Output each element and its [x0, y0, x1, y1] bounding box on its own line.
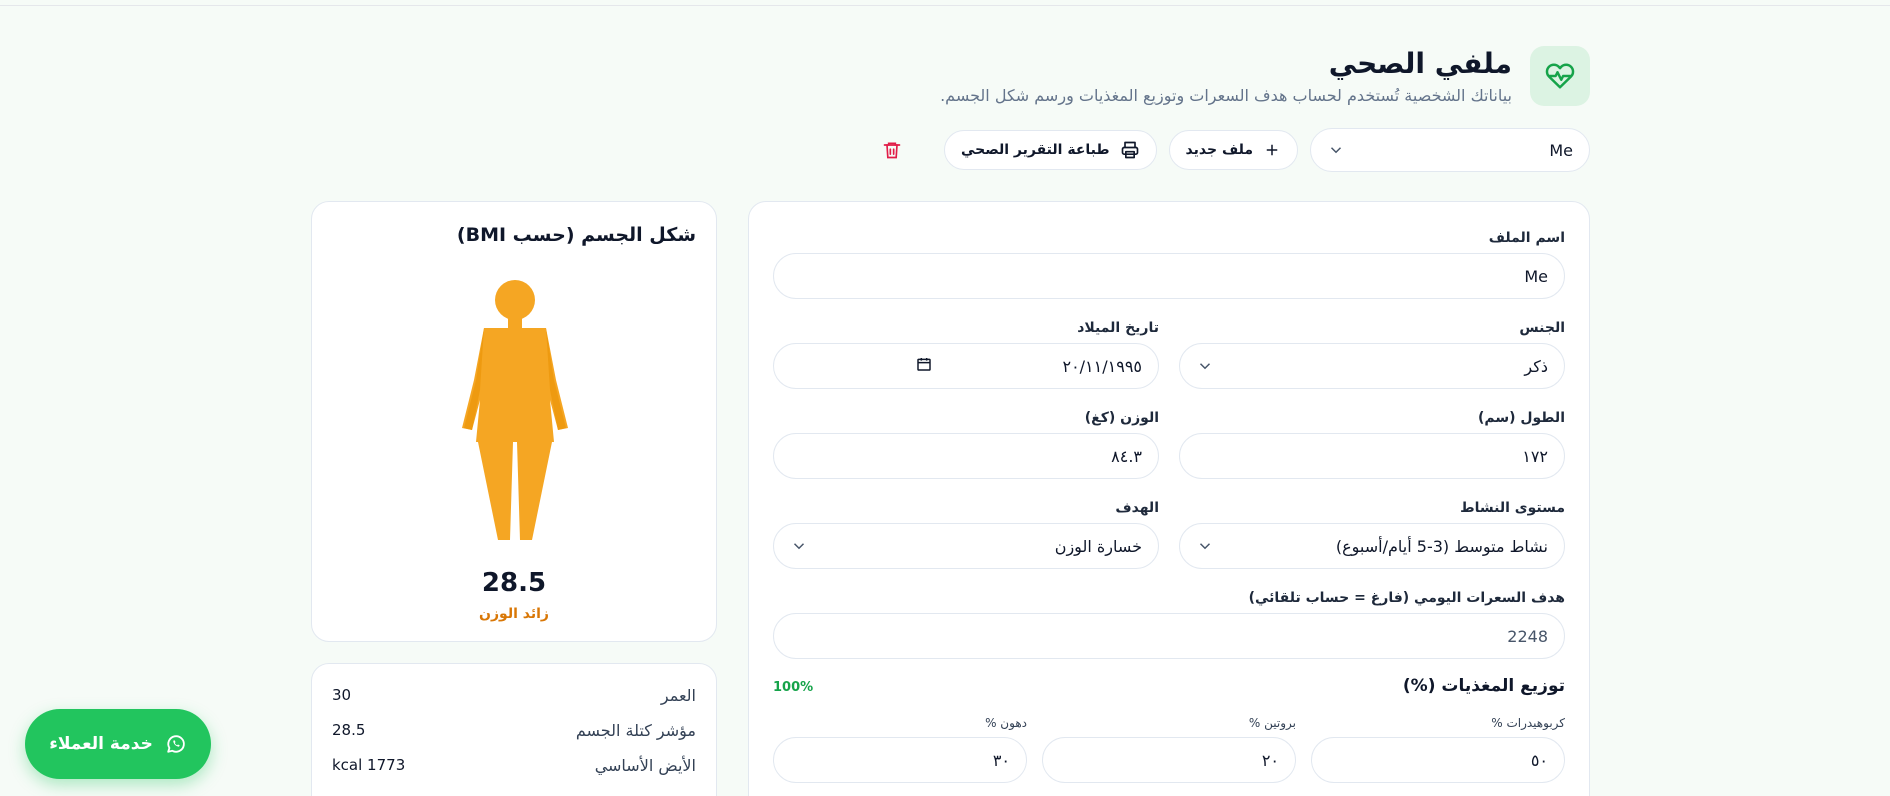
body-figure: [462, 280, 568, 540]
weight-input[interactable]: ٨٤.٣: [773, 433, 1159, 479]
profile-select-value: Me: [1549, 140, 1573, 160]
macros-title: توزيع المغذيات (%): [1402, 676, 1565, 696]
goal-value: خسارة الوزن: [1054, 536, 1142, 556]
profile-name-value: Me: [1524, 266, 1548, 286]
chevron-down-icon: [1199, 363, 1211, 370]
stat-label: العمر: [660, 686, 696, 705]
profile-name-label: اسم الملف: [1488, 230, 1565, 246]
stat-value: kcal 1773: [332, 756, 406, 774]
delete-profile-button[interactable]: [874, 132, 910, 168]
heart-pulse-icon: [1545, 63, 1575, 89]
body-shape-card: شكل الجسم (حسب BMI) 28.5 زائد الوزن: [311, 201, 717, 642]
toolbar: Me ملف جديد طباعة التقرير الصحي: [874, 128, 1590, 172]
page-subtitle: بياناتك الشخصية تُستخدم لحساب هدف السعرا…: [940, 86, 1512, 105]
new-profile-label: ملف جديد: [1185, 142, 1253, 158]
top-divider: [0, 5, 1890, 6]
carbs-value: ٥٠: [1530, 750, 1548, 770]
stat-value: 28.5: [332, 721, 366, 739]
customer-support-button[interactable]: خدمة العملاء: [25, 709, 211, 779]
print-report-label: طباعة التقرير الصحي: [960, 142, 1110, 158]
new-profile-button[interactable]: ملف جديد: [1168, 130, 1298, 170]
weight-label: الوزن (كغ): [1084, 410, 1159, 426]
whatsapp-icon: [167, 735, 185, 753]
birthdate-label: تاريخ الميلاد: [1077, 320, 1159, 336]
printer-icon: [1121, 141, 1138, 159]
stat-row-age: 30 العمر: [332, 686, 696, 705]
stat-label: مؤشر كتلة الجسم: [575, 721, 696, 740]
page-header: ملفي الصحي بياناتك الشخصية تُستخدم لحساب…: [940, 46, 1590, 106]
weight-value: ٨٤.٣: [1111, 446, 1142, 466]
height-input[interactable]: ١٧٢: [1179, 433, 1565, 479]
fat-input[interactable]: ٣٠: [773, 737, 1027, 783]
activity-select[interactable]: نشاط متوسط (3-5 أيام/أسبوع): [1179, 523, 1565, 569]
bmi-status: زائد الوزن: [479, 606, 549, 622]
calendar-icon[interactable]: [916, 356, 932, 376]
calories-label: هدف السعرات اليومي (فارغ = حساب تلقائي): [1248, 590, 1565, 606]
profile-form: اسم الملف Me الجنس ذكر تاريخ الميلاد ٢٠/…: [748, 201, 1590, 796]
goal-label: الهدف: [1115, 500, 1159, 516]
body-shape-title: شكل الجسم (حسب BMI): [456, 224, 696, 246]
chevron-down-icon: [793, 543, 805, 550]
carbs-input[interactable]: ٥٠: [1311, 737, 1565, 783]
stat-label: الأيض الأساسي: [594, 756, 696, 775]
plus-icon: [1266, 144, 1278, 156]
goal-select[interactable]: خسارة الوزن: [773, 523, 1159, 569]
bmi-value: 28.5: [481, 568, 547, 598]
profile-select[interactable]: Me: [1310, 128, 1590, 172]
logo: [1530, 46, 1590, 106]
activity-label: مستوى النشاط: [1460, 500, 1565, 516]
trash-icon: [883, 142, 901, 159]
stats-card: 30 العمر 28.5 مؤشر كتلة الجسم kcal 1773 …: [311, 663, 717, 796]
fat-value: ٣٠: [992, 750, 1010, 770]
macros-total-badge: 100%: [773, 680, 814, 695]
birthdate-input[interactable]: ٢٠/١١/١٩٩٥: [773, 343, 1159, 389]
birthdate-value: ٢٠/١١/١٩٩٥: [1062, 356, 1142, 376]
calories-placeholder: 2248: [1507, 626, 1548, 646]
stat-value: 30: [332, 686, 352, 704]
fat-label: دهون %: [985, 716, 1027, 730]
stat-row-bmi: 28.5 مؤشر كتلة الجسم: [332, 721, 696, 740]
chevron-down-icon: [1330, 147, 1342, 154]
stat-row-bmr: kcal 1773 الأيض الأساسي: [332, 756, 696, 775]
protein-label: بروتين %: [1248, 716, 1296, 730]
height-value: ١٧٢: [1522, 446, 1548, 466]
page-title: ملفي الصحي: [1328, 47, 1512, 80]
print-report-button[interactable]: طباعة التقرير الصحي: [943, 130, 1157, 170]
chevron-down-icon: [1199, 543, 1211, 550]
protein-input[interactable]: ٢٠: [1042, 737, 1296, 783]
gender-select[interactable]: ذكر: [1179, 343, 1565, 389]
carbs-label: كربوهيدرات %: [1491, 716, 1565, 730]
protein-value: ٢٠: [1261, 750, 1279, 770]
calories-input[interactable]: 2248: [773, 613, 1565, 659]
gender-label: الجنس: [1519, 320, 1565, 336]
height-label: الطول (سم): [1477, 410, 1565, 426]
customer-support-label: خدمة العملاء: [49, 734, 153, 754]
profile-name-input[interactable]: Me: [773, 253, 1565, 299]
gender-value: ذكر: [1524, 356, 1548, 376]
activity-value: نشاط متوسط (3-5 أيام/أسبوع): [1335, 536, 1548, 556]
